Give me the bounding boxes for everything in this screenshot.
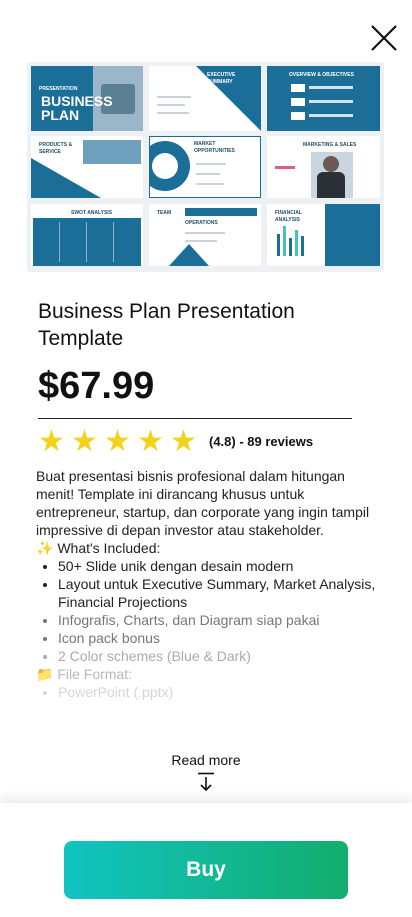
slide-label: PRODUCTS & SERVICE bbox=[39, 142, 73, 155]
product-preview-image: PRESENTATION BUSINESS PLAN EXECUTIVE SUM… bbox=[27, 62, 384, 272]
star-icon: ★ bbox=[137, 425, 164, 458]
star-icon: ★ bbox=[170, 425, 197, 458]
slide-label: BUSINESS bbox=[41, 93, 113, 109]
arrow-down-icon bbox=[198, 772, 214, 792]
slide-marketing: MARKETING & SALES bbox=[267, 136, 380, 198]
slide-label: TEAM bbox=[157, 210, 172, 216]
close-button[interactable] bbox=[368, 22, 400, 54]
list-item: 50+ Slide unik dengan desain modern bbox=[58, 557, 384, 575]
slide-swot: SWOT ANALYSIS bbox=[31, 204, 143, 266]
star-icon: ★ bbox=[71, 425, 98, 458]
star-icon: ★ bbox=[38, 425, 65, 458]
slide-label: PRESENTATION bbox=[39, 86, 78, 92]
slide-label: EXECUTIVE SUMMARY bbox=[207, 72, 236, 85]
read-more-button[interactable]: Read more bbox=[156, 751, 256, 792]
format-heading: 📁 File Format: bbox=[36, 666, 132, 682]
slide-market: MARKET OPPORTUNITIES bbox=[149, 136, 261, 198]
divider bbox=[38, 418, 352, 419]
product-description: Buat presentasi bisnis profesional dalam… bbox=[36, 467, 384, 719]
slide-label: FINANCIAL ANALYSIS bbox=[275, 210, 302, 223]
read-more-label: Read more bbox=[171, 752, 241, 768]
list-item: 2 Color schemes (Blue & Dark) bbox=[58, 647, 384, 665]
slide-team: TEAM OPERATIONS bbox=[149, 204, 261, 266]
slide-executive-summary: EXECUTIVE SUMMARY bbox=[149, 66, 261, 131]
product-title: Business Plan Presentation Template bbox=[38, 300, 295, 350]
product-price: $67.99 bbox=[38, 365, 155, 407]
format-list: PowerPoint (.pptx) bbox=[36, 683, 384, 701]
slide-label: MARKET OPPORTUNITIES bbox=[194, 141, 235, 154]
slide-financial: FINANCIAL ANALYSIS bbox=[267, 204, 380, 266]
slide-label: OVERVIEW & OBJECTIVES bbox=[289, 72, 354, 78]
buy-button[interactable]: Buy bbox=[64, 841, 348, 899]
included-list: 50+ Slide unik dengan desain modern Layo… bbox=[36, 557, 384, 665]
included-heading: ✨ What's Included: bbox=[36, 540, 161, 556]
slide-label: PLAN bbox=[41, 107, 80, 123]
description-intro: Buat presentasi bisnis profesional dalam… bbox=[36, 468, 370, 538]
list-item: Icon pack bonus bbox=[58, 629, 384, 647]
slide-business-plan: PRESENTATION BUSINESS PLAN bbox=[31, 66, 143, 131]
slide-label: SWOT ANALYSIS bbox=[71, 210, 113, 216]
slide-products: PRODUCTS & SERVICE bbox=[31, 136, 143, 198]
list-item: Infografis, Charts, dan Diagram siap pak… bbox=[58, 611, 384, 629]
close-icon bbox=[371, 25, 397, 51]
rating-stars: ★ ★ ★ ★ ★ bbox=[38, 425, 200, 458]
list-item: PowerPoint (.pptx) bbox=[58, 683, 384, 701]
slide-label: OPERATIONS bbox=[185, 220, 218, 226]
slide-label: MARKETING & SALES bbox=[303, 142, 357, 148]
rating-text: (4.8) - 89 reviews bbox=[209, 434, 314, 449]
list-item: Layout untuk Executive Summary, Market A… bbox=[58, 575, 384, 611]
slide-overview: OVERVIEW & OBJECTIVES bbox=[267, 66, 380, 131]
star-icon: ★ bbox=[104, 425, 131, 458]
